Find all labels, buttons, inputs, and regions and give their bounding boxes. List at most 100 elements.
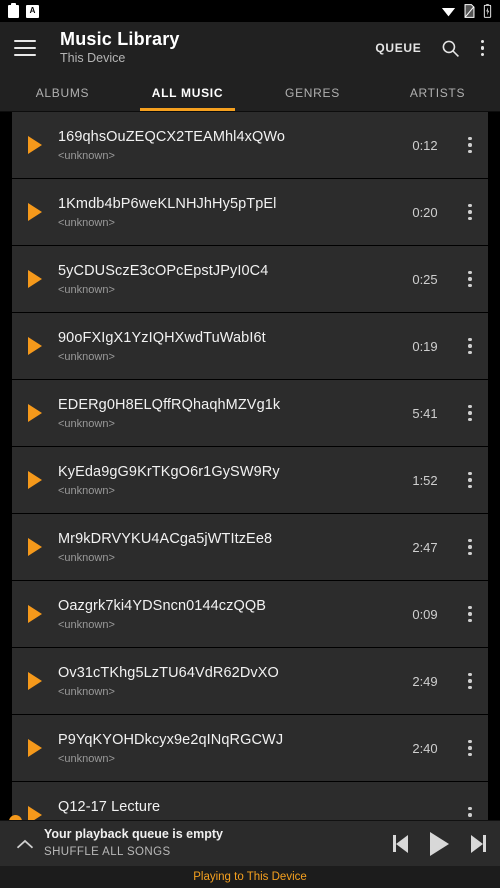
track-title: Oazgrk7ki4YDSncn0144czQQB (58, 597, 267, 614)
play-track-icon[interactable] (12, 270, 58, 288)
track-duration: 0:09 (412, 606, 438, 622)
track-overflow-icon[interactable] (452, 739, 488, 757)
track-artist: <unknown> (58, 551, 115, 564)
track-duration: 1:52 (412, 472, 438, 488)
play-track-icon[interactable] (12, 605, 58, 623)
play-track-icon[interactable] (12, 337, 58, 355)
cast-status-text: Playing to This Device (193, 871, 307, 883)
app-bar-titles: Music Library This Device (60, 30, 180, 65)
track-overflow-icon[interactable] (452, 270, 488, 288)
track-title: Q12-17 Lecture (58, 798, 161, 815)
track-artist: <unknown> (58, 283, 115, 296)
track-duration: 0:12 (412, 137, 438, 153)
track-title: 1Kmdb4bP6weKLNHJhHy5pTpEl (58, 195, 277, 212)
track-info: KyEda9gG9KrTKgO6r1GySW9Ry <unknown> (58, 464, 398, 497)
mini-player[interactable]: Your playback queue is empty SHUFFLE ALL… (0, 820, 500, 866)
track-artist: <unknown> (58, 216, 115, 229)
status-bar-system-icons (441, 4, 492, 18)
track-row[interactable]: 5yCDUSczE3cOPcEpstJPyI0C4 <unknown> 0:25 (12, 246, 488, 312)
track-title: 169qhsOuZEQCX2TEAMhl4xQWo (58, 128, 286, 145)
track-title: Ov31cTKhg5LzTU64VdR62DvXO (58, 664, 279, 681)
track-row[interactable]: KyEda9gG9KrTKgO6r1GySW9Ry <unknown> 1:52 (12, 447, 488, 513)
tab-artists[interactable]: ARTISTS (375, 74, 500, 111)
track-title: 90oFXIgX1YzIQHXwdTuWabI6t (58, 329, 266, 346)
track-overflow-icon[interactable] (452, 136, 488, 154)
track-duration: 5:41 (412, 405, 438, 421)
track-duration: 2:47 (412, 539, 438, 555)
skip-next-icon[interactable] (471, 834, 486, 853)
track-info: 90oFXIgX1YzIQHXwdTuWabI6t <unknown> (58, 330, 398, 363)
search-icon[interactable] (441, 39, 460, 58)
play-track-icon[interactable] (12, 136, 58, 154)
track-row[interactable]: P9YqKYOHDkcyx9e2qINqRGCWJ <unknown> 2:40 (12, 715, 488, 781)
transport-controls (393, 831, 486, 856)
play-icon[interactable] (430, 831, 449, 856)
track-overflow-icon[interactable] (452, 404, 488, 422)
track-overflow-icon[interactable] (452, 471, 488, 489)
shuffle-all-songs-label: SHUFFLE ALL SONGS (44, 846, 171, 859)
track-duration: 0:20 (412, 204, 438, 220)
play-track-icon[interactable] (12, 672, 58, 690)
tab-albums[interactable]: ALBUMS (0, 74, 125, 111)
track-title: EDERg0H8ELQffRQhaqhMZVg1k (58, 396, 281, 413)
track-info: P9YqKYOHDkcyx9e2qINqRGCWJ <unknown> (58, 732, 398, 765)
tab-all-music[interactable]: ALL MUSIC (125, 74, 250, 111)
play-track-icon[interactable] (12, 404, 58, 422)
queue-button[interactable]: QUEUE (375, 41, 421, 55)
play-track-icon[interactable] (12, 739, 58, 757)
track-info: Ov31cTKhg5LzTU64VdR62DvXO <unknown> (58, 665, 398, 698)
status-bar: A (0, 0, 500, 22)
track-row[interactable]: Oazgrk7ki4YDSncn0144czQQB <unknown> 0:09 (12, 581, 488, 647)
overflow-menu-icon[interactable] (479, 38, 487, 59)
track-overflow-icon[interactable] (452, 672, 488, 690)
track-row[interactable]: Mr9kDRVYKU4ACga5jWTItzEe8 <unknown> 2:47 (12, 514, 488, 580)
track-overflow-icon[interactable] (452, 337, 488, 355)
track-overflow-icon[interactable] (452, 203, 488, 221)
chevron-up-icon[interactable] (14, 838, 36, 850)
track-row[interactable]: 169qhsOuZEQCX2TEAMhl4xQWo <unknown> 0:12 (12, 112, 488, 178)
track-info: Oazgrk7ki4YDSncn0144czQQB <unknown> (58, 598, 398, 631)
cast-status-bar[interactable]: Playing to This Device (0, 866, 500, 888)
track-artist: <unknown> (58, 618, 115, 631)
track-row[interactable]: 1Kmdb4bP6weKLNHJhHy5pTpEl <unknown> 0:20 (12, 179, 488, 245)
track-artist: <unknown> (58, 417, 115, 430)
app-bar: Music Library This Device QUEUE (0, 22, 500, 74)
track-title: P9YqKYOHDkcyx9e2qINqRGCWJ (58, 731, 284, 748)
track-duration: 0:25 (412, 271, 438, 287)
wifi-icon (441, 8, 456, 17)
track-row[interactable]: EDERg0H8ELQffRQhaqhMZVg1k <unknown> 5:41 (12, 380, 488, 446)
track-info: Q12-17 Lecture<unknown> (58, 799, 398, 821)
page-title: Music Library (60, 29, 180, 50)
status-bar-notifications: A (8, 2, 39, 18)
track-artist: <unknown> (58, 685, 115, 698)
play-track-icon[interactable] (12, 538, 58, 556)
track-info: 1Kmdb4bP6weKLNHJhHy5pTpEl <unknown> (58, 196, 398, 229)
battery-charging-icon (483, 4, 492, 18)
track-title: Mr9kDRVYKU4ACga5jWTItzEe8 (58, 530, 273, 547)
track-artist: <unknown> (58, 350, 115, 363)
track-info: Mr9kDRVYKU4ACga5jWTItzEe8 <unknown> (58, 531, 398, 564)
tab-genres[interactable]: GENRES (250, 74, 375, 111)
track-list[interactable]: 169qhsOuZEQCX2TEAMhl4xQWo <unknown> 0:12 1K… (0, 112, 500, 820)
track-artist: <unknown> (58, 149, 115, 162)
app-bar-actions: QUEUE (375, 38, 486, 59)
play-track-icon[interactable] (12, 471, 58, 489)
track-row[interactable]: Ov31cTKhg5LzTU64VdR62DvXO <unknown> 2:49 (12, 648, 488, 714)
track-info: 5yCDUSczE3cOPcEpstJPyI0C4 <unknown> (58, 263, 398, 296)
mini-player-text: Your playback queue is empty SHUFFLE ALL… (44, 828, 393, 859)
play-track-icon[interactable] (12, 203, 58, 221)
track-overflow-icon[interactable] (452, 538, 488, 556)
skip-previous-icon[interactable] (393, 834, 408, 853)
hamburger-menu-icon[interactable] (14, 40, 36, 56)
track-title: 5yCDUSczE3cOPcEpstJPyI0C4 (58, 262, 269, 279)
clipboard-icon (8, 2, 19, 18)
page-subtitle: This Device (60, 51, 126, 66)
track-row[interactable]: Q12-17 Lecture<unknown> (12, 782, 488, 820)
track-duration: 0:19 (412, 338, 438, 354)
app-badge-icon: A (26, 4, 39, 18)
track-artist: <unknown> (58, 752, 115, 765)
track-overflow-icon[interactable] (452, 806, 488, 820)
track-overflow-icon[interactable] (452, 605, 488, 623)
sim-off-icon (464, 4, 475, 18)
track-row[interactable]: 90oFXIgX1YzIQHXwdTuWabI6t <unknown> 0:19 (12, 313, 488, 379)
